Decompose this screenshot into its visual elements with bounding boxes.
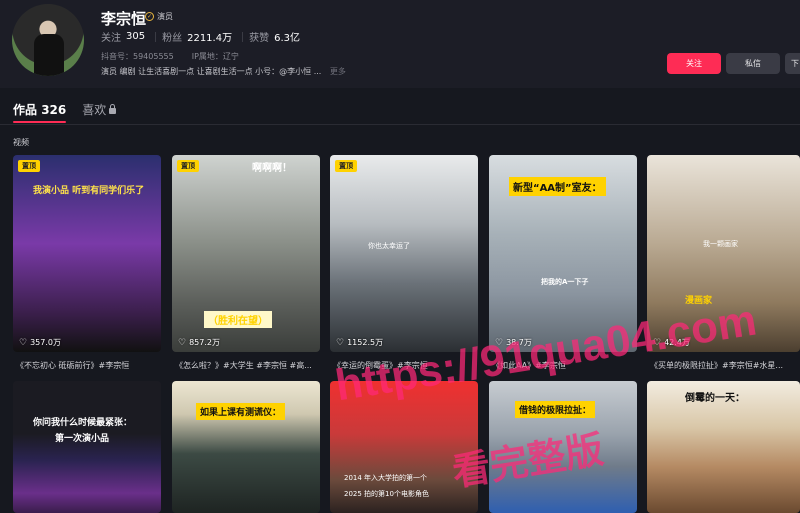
- video-thumbnail: [647, 155, 800, 352]
- stat-followers-label[interactable]: 粉丝: [162, 29, 182, 44]
- verified-badge: ✓ 演员: [145, 11, 173, 22]
- video-card[interactable]: 你问我什么时候最紧张： 第一次演小品: [13, 381, 161, 513]
- video-card[interactable]: 新型“AA制”室友： 把我的A一下子 ♡ 38.7万: [489, 155, 637, 352]
- like-count-value: 42.4万: [664, 338, 690, 347]
- like-count: ♡ 1152.5万: [336, 337, 383, 348]
- pinned-badge: 置顶: [177, 160, 199, 172]
- video-thumbnail: [172, 381, 320, 513]
- like-count: ♡ 38.7万: [495, 337, 532, 348]
- profile-bio: 演员 编剧 让生活喜剧一点 让喜剧生活一点 小号：@李小恒 ... 更多: [101, 66, 346, 77]
- profile-stats: 关注 305 粉丝 2211.4万 获赞 6.3亿: [101, 29, 306, 44]
- tab-likes-label: 喜欢: [82, 103, 107, 117]
- like-count-value: 38.7万: [506, 338, 532, 347]
- video-card[interactable]: 2014 年入大学拍的第一个 2025 拍的第10个电影角色: [330, 381, 478, 513]
- overlay-caption: 2014 年入大学拍的第一个: [344, 474, 428, 482]
- like-count-value: 357.0万: [30, 338, 61, 347]
- video-title[interactable]: 《买单的极限拉扯》#李宗恒#水星...: [650, 360, 800, 371]
- stat-divider: [155, 31, 157, 42]
- stat-divider: [242, 31, 244, 42]
- ip-location: IP属地：辽宁: [191, 52, 239, 61]
- overlay-caption: 我演小品 听到有同学们乐了: [33, 186, 145, 196]
- like-count-value: 1152.5万: [347, 338, 384, 347]
- avatar[interactable]: [12, 4, 84, 76]
- more-button[interactable]: 下: [785, 53, 800, 74]
- bio-more-link[interactable]: 更多: [330, 67, 346, 76]
- heart-icon: ♡: [336, 337, 345, 348]
- section-label-videos: 视频: [13, 138, 29, 147]
- tabs-divider: [0, 124, 800, 125]
- overlay-caption: 你也太幸运了: [368, 242, 410, 250]
- overlay-caption: 倒霉的一天：: [685, 393, 745, 404]
- heart-icon: ♡: [178, 337, 187, 348]
- overlay-caption: 新型“AA制”室友：: [509, 177, 606, 196]
- stat-following-value[interactable]: 305: [126, 31, 145, 42]
- profile-header: 李宗恒 ✓ 演员 关注 305 粉丝 2211.4万 获赞 6.3亿 抖音号：5…: [0, 0, 800, 88]
- like-count: ♡ 357.0万: [19, 337, 61, 348]
- overlay-caption: 啊啊啊！: [252, 163, 292, 174]
- video-card[interactable]: 置顶 你也太幸运了 ♡ 1152.5万: [330, 155, 478, 352]
- pinned-badge: 置顶: [18, 160, 40, 172]
- stat-followers-value[interactable]: 2211.4万: [187, 29, 232, 44]
- overlay-caption-secondary: （胜利在望）: [204, 311, 272, 328]
- video-title[interactable]: 《不忘初心 砥砺前行》#李宗恒: [16, 360, 166, 371]
- message-button[interactable]: 私信: [726, 53, 780, 74]
- verified-icon: ✓: [145, 12, 154, 21]
- heart-icon: ♡: [653, 337, 662, 348]
- overlay-caption: 你问我什么时候最紧张：: [33, 418, 133, 428]
- heart-icon: ♡: [495, 337, 504, 348]
- tab-works-count: 326: [41, 103, 67, 117]
- overlay-caption-secondary: 把我的A一下子: [541, 278, 589, 286]
- video-card[interactable]: 置顶 啊啊啊！ （胜利在望） ♡ 857.2万: [172, 155, 320, 352]
- lock-icon: [109, 104, 117, 114]
- profile-meta: 抖音号：59405555 IP属地：辽宁: [101, 51, 239, 62]
- bio-text: 演员 编剧 让生活喜剧一点 让喜剧生活一点 小号：@李小恒 ...: [101, 67, 322, 76]
- tab-works-label: 作品: [13, 103, 38, 117]
- video-title[interactable]: 《如此AA》#李宗恒: [492, 360, 642, 371]
- like-count: ♡ 857.2万: [178, 337, 220, 348]
- pinned-badge: 置顶: [335, 160, 357, 172]
- account-id: 抖音号：59405555: [101, 52, 174, 61]
- stat-likes-value: 6.3亿: [274, 33, 300, 44]
- overlay-caption-secondary: 漫画家: [685, 296, 713, 306]
- video-card[interactable]: 如果上课有测谎仪：: [172, 381, 320, 513]
- like-count: ♡ 42.4万: [653, 337, 690, 348]
- overlay-caption-secondary: 第一次演小品: [55, 434, 110, 444]
- video-card[interactable]: 我一颗画家 漫画家 ♡ 42.4万: [647, 155, 800, 352]
- tab-works[interactable]: 作品 326: [13, 101, 67, 123]
- video-card[interactable]: 倒霉的一天：: [647, 381, 800, 513]
- badge-label: 演员: [157, 12, 173, 21]
- profile-tabs: 作品 326 喜欢: [13, 101, 117, 123]
- overlay-caption: 借钱的极限拉扯：: [515, 401, 596, 418]
- like-count-value: 857.2万: [189, 338, 220, 347]
- video-thumbnail: [330, 155, 478, 352]
- video-title[interactable]: 《幸运的倒霉蛋》#李宗恒: [333, 360, 483, 371]
- video-card[interactable]: 置顶 我演小品 听到有同学们乐了 ♡ 357.0万: [13, 155, 161, 352]
- tab-likes[interactable]: 喜欢: [82, 101, 117, 118]
- stat-likes-label: 获赞: [249, 33, 270, 44]
- video-title[interactable]: 《怎么啦？》#大学生 #李宗恒 #高...: [175, 360, 325, 371]
- heart-icon: ♡: [19, 337, 28, 348]
- profile-name: 李宗恒: [101, 10, 147, 28]
- video-thumbnail: [13, 381, 161, 513]
- follow-button[interactable]: 关注: [667, 53, 721, 74]
- stat-following-label[interactable]: 关注: [101, 29, 121, 44]
- video-card[interactable]: 借钱的极限拉扯：: [489, 381, 637, 513]
- overlay-caption: 我一颗画家: [703, 240, 738, 248]
- overlay-caption-secondary: 2025 拍的第10个电影角色: [344, 490, 429, 498]
- overlay-caption: 如果上课有测谎仪：: [196, 403, 286, 420]
